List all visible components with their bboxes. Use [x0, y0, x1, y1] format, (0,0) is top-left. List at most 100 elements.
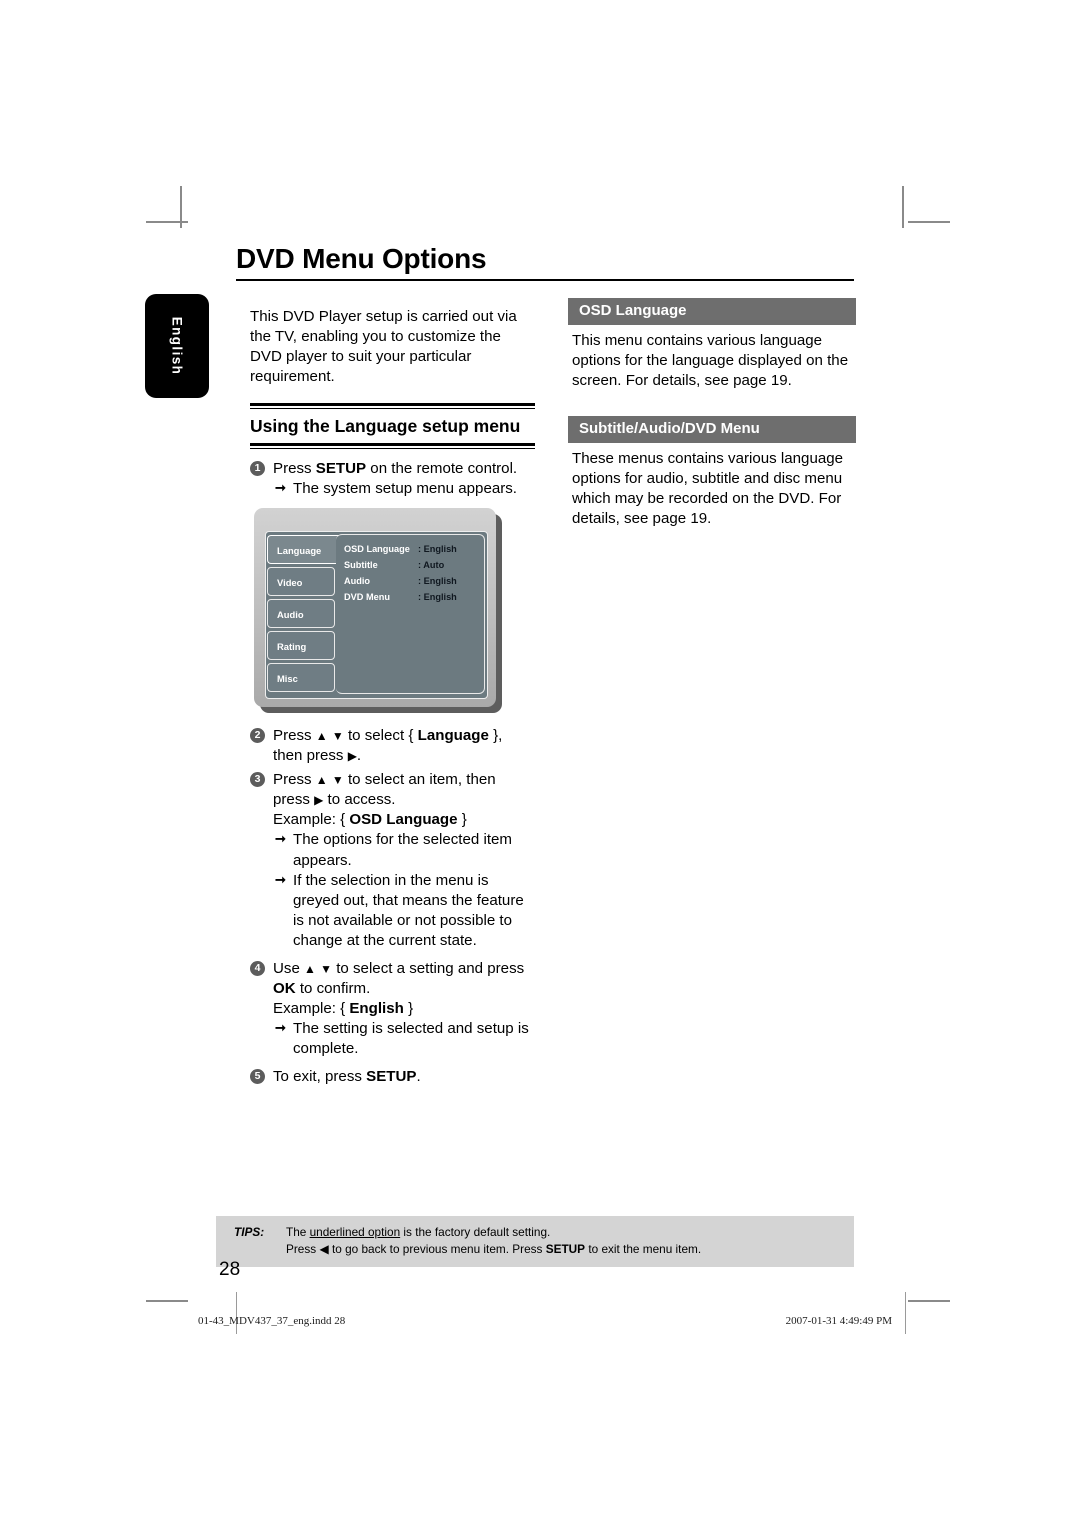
right-section-body: These menus contains various language op… — [572, 450, 844, 527]
page-title: DVD Menu Options — [236, 243, 487, 274]
step-item: 3 Press ▲ ▼ to select an item, then pres… — [250, 770, 535, 951]
osd-sidebar-item-audio[interactable]: Audio — [267, 599, 335, 629]
page-number: 28 — [219, 1259, 241, 1280]
osd-row-osd-language[interactable]: OSD Language : English — [344, 544, 484, 554]
osd-row-audio[interactable]: Audio : English — [344, 576, 484, 586]
tips-line-1-text: The underlined option is the factory def… — [286, 1225, 551, 1239]
up-arrow-icon: ▲ — [304, 961, 316, 976]
osd-sidebar-item-video[interactable]: Video — [267, 567, 335, 597]
step-number: 1 — [250, 461, 265, 477]
step-arrow-line: ➞ The setting is selected and setup is c… — [275, 1019, 535, 1059]
osd-row-subtitle[interactable]: Subtitle : Auto — [344, 560, 484, 570]
crop-mark-bottom-right-horizontal — [908, 1300, 950, 1302]
page-canvas: DVD Menu Options English This DVD Player… — [0, 0, 1080, 1527]
section-heading-block: Using the Language setup menu — [250, 402, 535, 450]
section-rule-top — [250, 402, 535, 409]
up-arrow-icon: ▲ — [315, 729, 328, 744]
arrow-icon: ➞ — [275, 480, 286, 496]
crop-mark-top-right-horizontal — [908, 221, 950, 223]
left-arrow-icon: ◀ — [319, 1241, 329, 1256]
tips-line-2: Press ◀ to go back to previous menu item… — [216, 1241, 854, 1258]
language-side-tab-label: English — [169, 316, 185, 376]
step-arrow-text: If the selection in the menu is greyed o… — [293, 871, 524, 949]
right-section-header: OSD Language — [568, 298, 856, 325]
step-text: Use ▲ ▼ to select a setting and press OK… — [273, 959, 525, 997]
step-arrow-line: ➞ The options for the selected item appe… — [275, 830, 535, 870]
section-heading: Using the Language setup menu — [250, 415, 521, 436]
osd-row-label: DVD Menu — [344, 592, 390, 603]
footer-timestamp: 2007-01-31 4:49:49 PM — [785, 1315, 892, 1327]
crop-mark-top-left-horizontal — [146, 221, 188, 223]
osd-row-value: : English — [418, 592, 457, 603]
osd-sidebar-item-language[interactable]: Language — [267, 535, 341, 565]
page-header: DVD Menu Options — [236, 245, 854, 281]
step-text: Press ▲ ▼ to select { Language }, then p… — [273, 727, 503, 765]
osd-settings-panel: OSD Language : English Subtitle : Auto Aud… — [336, 534, 485, 695]
right-column: OSD Language This menu contains various … — [568, 298, 856, 529]
down-arrow-icon: ▼ — [331, 773, 344, 788]
step-keyword: Language — [417, 727, 489, 745]
step-arrow-line: ➞ If the selection in the menu is greyed… — [275, 871, 535, 951]
right-section-osd-language: OSD Language This menu contains various … — [568, 298, 856, 390]
step-text: Press ▲ ▼ to select an item, then press … — [273, 771, 496, 809]
right-section-subtitle-audio-dvd-menu: Subtitle/Audio/DVD Menu These menus cont… — [568, 416, 856, 528]
step-arrow-text: The setting is selected and setup is com… — [293, 1020, 529, 1058]
step-example-value: English — [349, 999, 404, 1017]
footer-crop-left — [236, 1292, 237, 1334]
language-side-tab: English — [145, 294, 209, 398]
step-example-value: OSD Language — [349, 811, 458, 829]
step-arrow-line: ➞ The system setup menu appears. — [275, 479, 535, 499]
step-arrow-text: The system setup menu appears. — [293, 480, 518, 498]
osd-row-label: Audio — [344, 576, 371, 587]
tips-line-2-text: Press ◀ to go back to previous menu item… — [286, 1241, 702, 1256]
osd-menu-screenshot: Language Video Audio Rating Misc OSD Lan… — [254, 508, 502, 714]
footer-filename: 01-43_MDV437_37_eng.indd 28 — [198, 1315, 346, 1327]
footer-crop-right — [905, 1292, 906, 1334]
crop-mark-bottom-left-horizontal — [146, 1300, 188, 1302]
step-keyword-ok: OK — [273, 979, 296, 997]
arrow-icon: ➞ — [275, 831, 286, 847]
step-example: Example: { English } — [273, 999, 414, 1017]
step-item: 1 Press SETUP on the remote control. ➞ T… — [250, 459, 535, 499]
intro-paragraph: This DVD Player setup is carried out via… — [250, 308, 517, 385]
step-keyword-setup: SETUP — [366, 1068, 417, 1086]
right-arrow-icon: ▶ — [314, 793, 324, 808]
step-item: 2 Press ▲ ▼ to select { Language }, then… — [250, 726, 535, 766]
crop-mark-top-right-vertical — [902, 186, 904, 228]
right-arrow-icon: ▶ — [347, 749, 357, 764]
tips-underlined-term: underlined option — [309, 1225, 401, 1239]
osd-row-dvd-menu[interactable]: DVD Menu : English — [344, 592, 484, 602]
osd-row-value: : English — [418, 576, 457, 587]
step-item: 5 To exit, press SETUP. — [250, 1067, 535, 1087]
step-number: 5 — [250, 1069, 265, 1085]
osd-inner-screen: Language Video Audio Rating Misc OSD Lan… — [265, 531, 488, 700]
right-section-header: Subtitle/Audio/DVD Menu — [568, 416, 856, 444]
section-rule-bottom — [250, 443, 535, 450]
osd-sidebar: Language Video Audio Rating Misc — [266, 532, 341, 698]
osd-sidebar-item-misc[interactable]: Misc — [267, 663, 335, 693]
osd-row-value: : English — [418, 544, 457, 555]
step-text: To exit, press SETUP. — [273, 1068, 421, 1086]
step-number: 2 — [250, 728, 265, 744]
osd-row-label: Subtitle — [344, 560, 378, 571]
step-text: Press SETUP on the remote control. — [273, 460, 518, 478]
osd-sidebar-item-rating[interactable]: Rating — [267, 631, 335, 661]
step-number: 3 — [250, 772, 265, 788]
osd-frame: Language Video Audio Rating Misc OSD Lan… — [254, 508, 496, 708]
osd-row-value: : Auto — [418, 560, 445, 571]
step-example: Example: { OSD Language } — [273, 811, 467, 829]
down-arrow-icon: ▼ — [331, 729, 344, 744]
tips-label: TIPS: — [234, 1225, 265, 1239]
left-column: This DVD Player setup is carried out via… — [250, 307, 535, 1091]
tips-keyword-setup: SETUP — [545, 1241, 586, 1256]
arrow-icon: ➞ — [275, 871, 286, 887]
tips-line-1: TIPS: The underlined option is the facto… — [216, 1224, 854, 1241]
step-arrow-text: The options for the selected item appear… — [293, 831, 512, 869]
arrow-icon: ➞ — [275, 1020, 286, 1036]
down-arrow-icon: ▼ — [320, 961, 333, 976]
step-number: 4 — [250, 960, 265, 976]
step-text-bold-setup: SETUP — [315, 460, 367, 478]
title-rule — [236, 279, 854, 281]
osd-row-label: OSD Language — [344, 544, 410, 555]
